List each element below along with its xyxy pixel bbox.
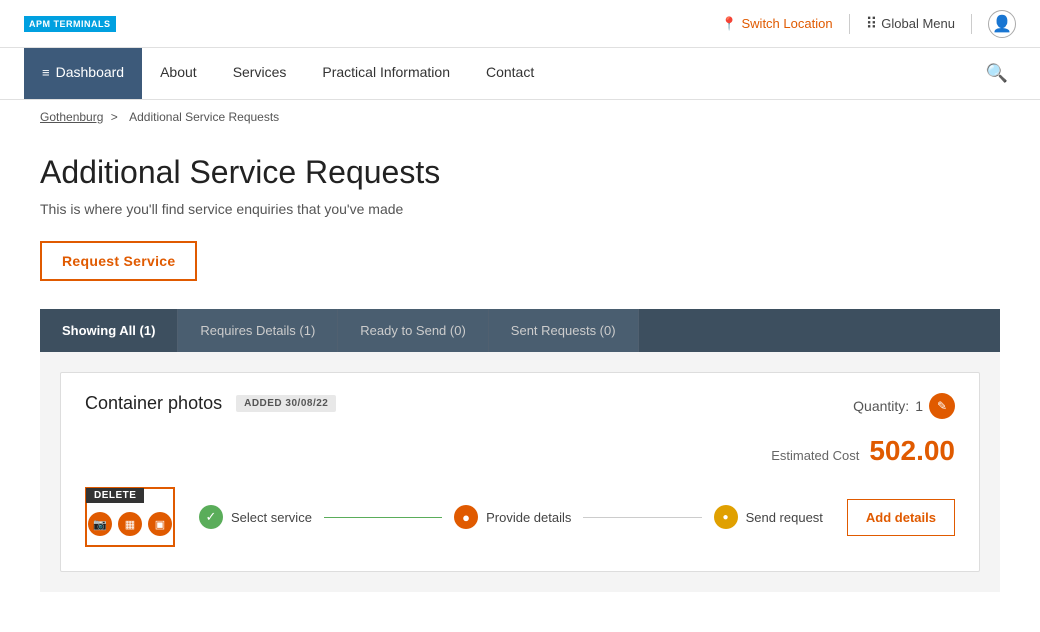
tab-requires-details[interactable]: Requires Details (1): [178, 309, 338, 352]
divider: [849, 14, 850, 34]
tabs-bar: Showing All (1) Requires Details (1) Rea…: [40, 309, 1000, 352]
search-button[interactable]: 🔍: [978, 48, 1016, 99]
edit-quantity-button[interactable]: ✎: [929, 393, 955, 419]
page-subtitle: This is where you'll find service enquir…: [40, 201, 1000, 217]
quantity-value: 1: [915, 398, 923, 414]
card-header: Container photos ADDED 30/08/22 Quantity…: [85, 393, 955, 419]
search-icon: 🔍: [986, 63, 1008, 84]
top-right-actions: 📍 Switch Location ⠿ Global Menu 👤: [721, 10, 1016, 38]
logo: APM TERMINALS: [24, 16, 116, 32]
step-provide-details: ● Provide details: [454, 505, 571, 529]
card-badge: ADDED 30/08/22: [236, 395, 336, 412]
card-area: Container photos ADDED 30/08/22 Quantity…: [40, 352, 1000, 592]
step-provide-details-label: Provide details: [486, 510, 571, 525]
step-line-1: [324, 517, 442, 518]
nav-services[interactable]: Services: [215, 48, 305, 99]
quantity-label: Quantity:: [853, 398, 909, 414]
card-body: DELETE 📷 ▦ ▣: [85, 487, 955, 547]
step-line-2: [583, 517, 701, 518]
cost-value: 502.00: [869, 435, 955, 467]
tab-ready-to-send[interactable]: Ready to Send (0): [338, 309, 489, 352]
step-current-icon: ●: [454, 505, 478, 529]
camera-icon-button[interactable]: 📷: [88, 512, 112, 536]
file-icon-button[interactable]: ▦: [118, 512, 142, 536]
page-content: Additional Service Requests This is wher…: [0, 134, 1040, 632]
top-bar: APM TERMINALS 📍 Switch Location ⠿ Global…: [0, 0, 1040, 48]
grid-dots-icon: ⠿: [866, 14, 878, 34]
nav-practical-info[interactable]: Practical Information: [304, 48, 468, 99]
image-icon-button[interactable]: ▣: [148, 512, 172, 536]
estimated-cost-row: Estimated Cost 502.00: [85, 435, 955, 467]
divider2: [971, 14, 972, 34]
quantity-area: Quantity: 1 ✎: [853, 393, 955, 419]
breadcrumb-home[interactable]: Gothenburg: [40, 110, 103, 124]
main-nav: ≡ Dashboard About Services Practical Inf…: [0, 48, 1040, 100]
switch-location-button[interactable]: 📍 Switch Location: [721, 16, 832, 32]
step-pending-icon: ●: [714, 505, 738, 529]
breadcrumb-separator: >: [111, 110, 118, 124]
image-icons: 📷 ▦ ▣: [88, 512, 172, 536]
dashboard-icon: ≡: [42, 65, 50, 80]
steps-area: ✓ Select service ● Provide details ● Sen…: [199, 505, 823, 529]
request-service-button[interactable]: Request Service: [40, 241, 197, 281]
user-account-button[interactable]: 👤: [988, 10, 1016, 38]
user-icon: 👤: [992, 14, 1012, 34]
pencil-icon: ✎: [937, 399, 947, 413]
page-title: Additional Service Requests: [40, 154, 1000, 191]
step-send-request: ● Send request: [714, 505, 823, 529]
card-title: Container photos: [85, 393, 222, 414]
location-icon: 📍: [721, 16, 737, 32]
breadcrumb: Gothenburg > Additional Service Requests: [0, 100, 1040, 134]
card-title-row: Container photos ADDED 30/08/22: [85, 393, 336, 414]
add-details-button[interactable]: Add details: [847, 499, 955, 536]
estimated-cost-label: Estimated Cost: [771, 448, 859, 463]
logo-area: APM TERMINALS: [24, 16, 116, 32]
nav-contact[interactable]: Contact: [468, 48, 552, 99]
step-send-request-label: Send request: [746, 510, 823, 525]
image-delete-area: DELETE 📷 ▦ ▣: [85, 487, 175, 547]
step-select-service: ✓ Select service: [199, 505, 312, 529]
service-request-card: Container photos ADDED 30/08/22 Quantity…: [60, 372, 980, 572]
nav-dashboard[interactable]: ≡ Dashboard: [24, 48, 142, 99]
global-menu-button[interactable]: ⠿ Global Menu: [866, 14, 955, 34]
tab-showing-all[interactable]: Showing All (1): [40, 309, 178, 352]
step-select-service-label: Select service: [231, 510, 312, 525]
step-done-icon: ✓: [199, 505, 223, 529]
breadcrumb-current: Additional Service Requests: [129, 110, 279, 124]
delete-label: DELETE: [86, 488, 144, 503]
tab-sent-requests[interactable]: Sent Requests (0): [489, 309, 639, 352]
nav-about[interactable]: About: [142, 48, 215, 99]
